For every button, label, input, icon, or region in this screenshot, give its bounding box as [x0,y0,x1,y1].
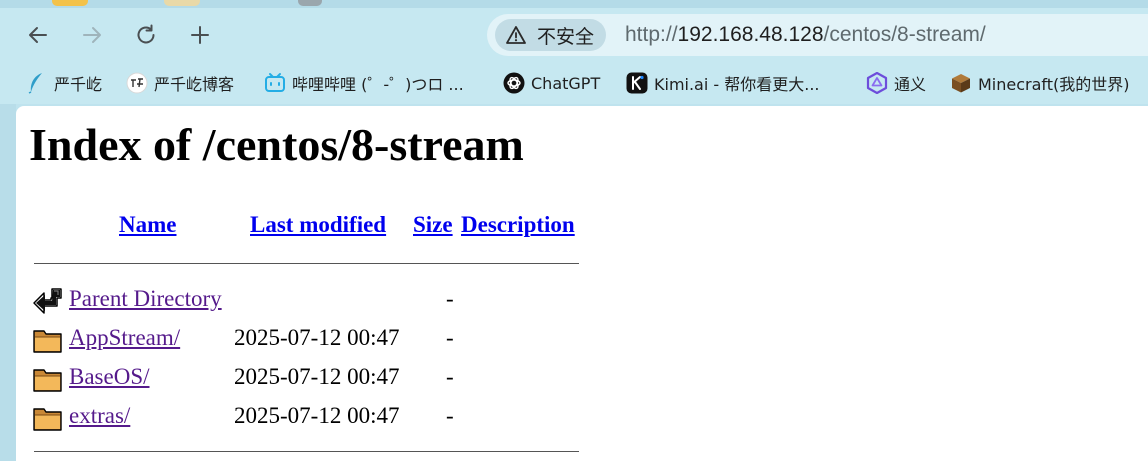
bookmark-yanqianyi-blog[interactable]: 严千屹博客 [126,70,234,96]
bookmark-label: Minecraft(我的世界) [978,75,1130,94]
back-arrow-icon [32,286,64,320]
bookmark-label: 严千屹博客 [154,75,235,94]
bookmark-chatgpt[interactable]: ChatGPT [503,70,600,96]
bookmark-bilibili[interactable]: 哔哩哔哩 (゜-゜)つロ ... [264,70,464,96]
bookmark-kimi[interactable]: Kimi.ai - 帮你看更大... [626,70,820,96]
bookmark-label: ChatGPT [531,73,601,93]
reload-button[interactable] [130,19,162,51]
page-title: Index of /centos/8-stream [29,119,524,170]
modified-date: 2025-07-12 00:47 [234,403,400,428]
url-path: /centos/8-stream/ [823,23,986,46]
bookmarks-bar: 严千屹 严千屹博客 哔哩哔哩 (゜-゜)つロ ... ChatGPT Kimi.… [0,62,1148,104]
arrow-left-icon [29,27,47,43]
new-tab-button[interactable] [184,19,216,51]
column-header-name[interactable]: Name [119,212,176,238]
browser-toolbar: 不安全 http://192.168.48.128/centos/8-strea… [0,8,1148,62]
arrow-right-icon [83,27,101,43]
url-text[interactable]: http://192.168.48.128/centos/8-stream/ [625,14,986,56]
page-viewport: Index of /centos/8-stream Name Last modi… [16,106,1148,461]
footer-divider [34,451,579,452]
security-indicator[interactable]: 不安全 [495,19,607,51]
tab-favicon-fragment [298,0,322,6]
bookmark-label: 严千屹 [54,75,103,94]
window-edge [0,104,16,461]
folder-icon [32,403,64,437]
size-value: - [446,364,454,389]
address-bar[interactable]: 不安全 http://192.168.48.128/centos/8-strea… [487,14,1148,56]
plus-icon [191,26,209,44]
folder-icon [32,364,64,398]
directory-link[interactable]: BaseOS/ [69,361,150,393]
table-row: extras/ 2025-07-12 00:47 - [16,400,616,436]
chatgpt-icon [503,72,525,94]
minecraft-block-icon [950,72,972,94]
tab-favicon-fragment [164,0,200,6]
back-button[interactable] [22,19,54,51]
header-divider [34,263,579,264]
column-header-last-modified[interactable]: Last modified [250,212,386,238]
bookmark-minecraft[interactable]: Minecraft(我的世界) [950,70,1130,96]
table-row: Parent Directory - [16,283,616,319]
kimi-icon [626,72,648,94]
bookmark-yanqianyi[interactable]: 严千屹 [26,70,102,96]
tongyi-icon [866,72,888,94]
url-scheme: http:// [625,23,678,46]
table-row: BaseOS/ 2025-07-12 00:47 - [16,361,616,397]
tab-strip [0,0,1148,8]
size-value: - [446,403,454,428]
url-host: 192.168.48.128 [677,23,824,46]
directory-link[interactable]: extras/ [69,400,130,432]
bookmark-label: 通义 [894,75,927,94]
forward-button[interactable] [76,19,108,51]
column-header-description[interactable]: Description [461,212,575,238]
feather-icon [26,72,48,94]
blog-logo-icon [126,72,148,94]
bookmark-label: Kimi.ai - 帮你看更大... [654,75,820,94]
modified-date: 2025-07-12 00:47 [234,364,400,389]
column-header-size[interactable]: Size [413,212,453,238]
bookmark-tongyi[interactable]: 通义 [866,70,926,96]
modified-date: 2025-07-12 00:47 [234,325,400,350]
table-row: AppStream/ 2025-07-12 00:47 - [16,322,616,358]
size-value: - [446,325,454,350]
bookmark-label: 哔哩哔哩 (゜-゜)つロ ... [292,75,464,94]
parent-directory-link[interactable]: Parent Directory [69,283,222,315]
directory-link[interactable]: AppStream/ [69,322,180,354]
security-label: 不安全 [537,25,595,48]
size-value: - [446,286,454,311]
bilibili-icon [264,72,286,94]
folder-icon [32,325,64,359]
reload-icon [137,24,155,44]
warning-triangle-icon [506,26,526,44]
tab-favicon-fragment [52,0,88,6]
